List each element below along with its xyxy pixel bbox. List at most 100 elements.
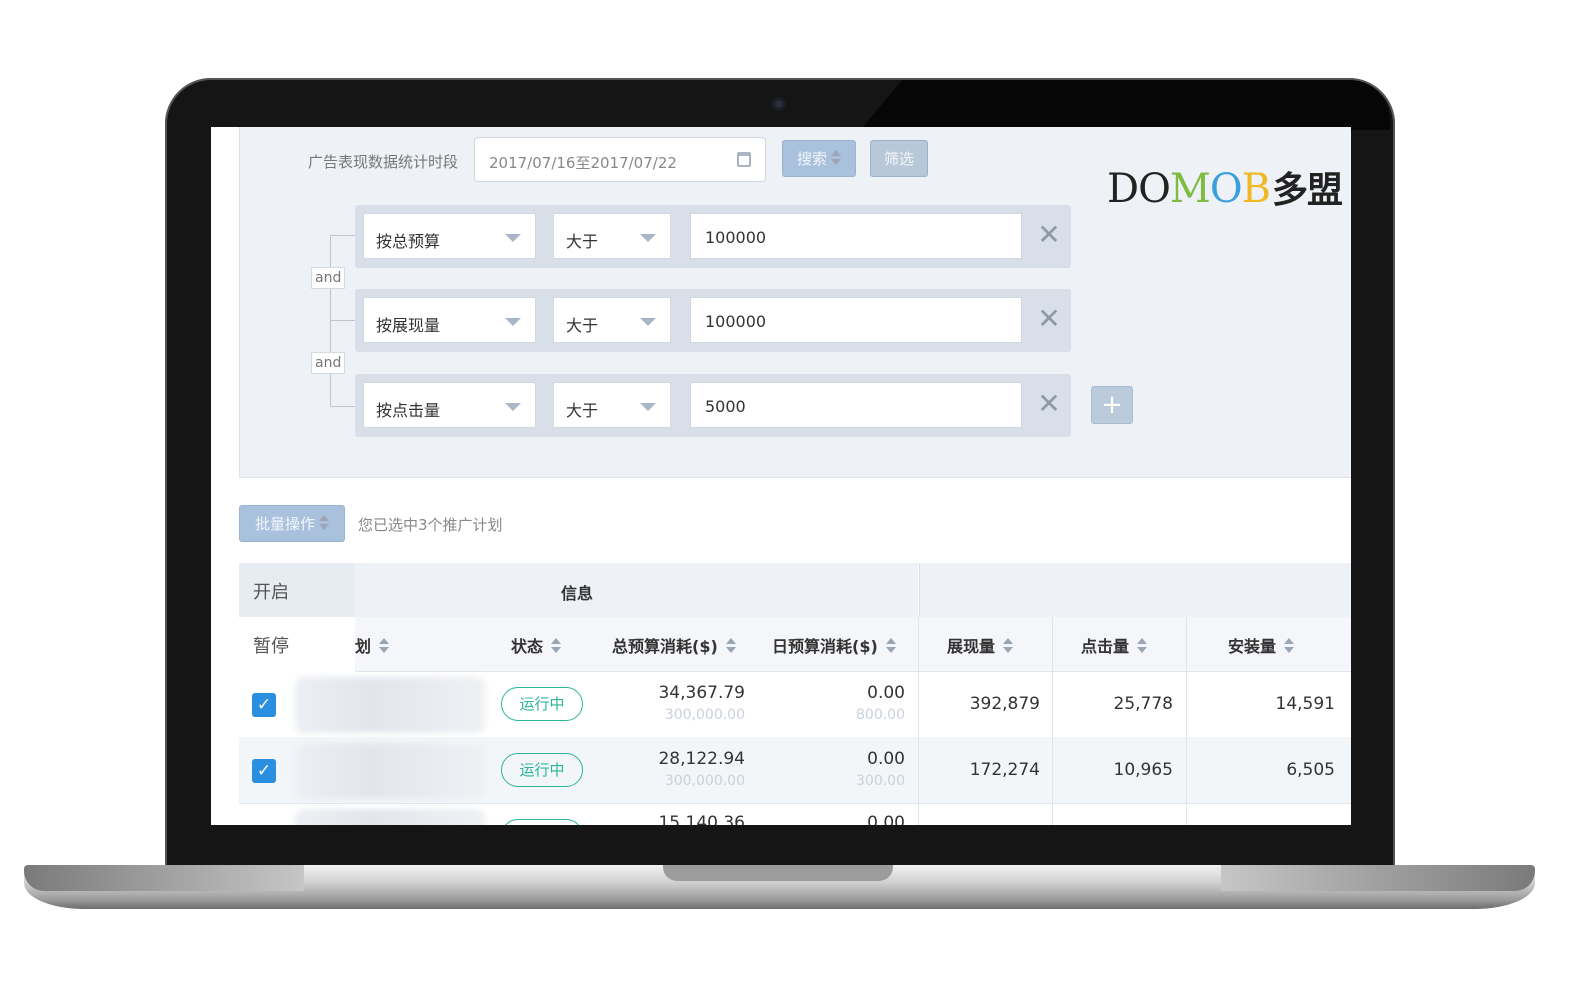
sort-icon — [831, 150, 841, 166]
add-rule-button[interactable]: + — [1091, 386, 1133, 424]
close-icon[interactable]: ✕ — [1035, 220, 1063, 250]
chevron-down-icon — [505, 403, 521, 411]
operator-select[interactable]: 大于 — [553, 297, 671, 343]
field-select-value: 按总预算 — [376, 232, 441, 251]
sort-icon — [1284, 638, 1295, 654]
lid-reflection — [860, 80, 1390, 130]
search-button-label: 搜索 — [796, 150, 827, 168]
operator-select-value: 大于 — [566, 401, 599, 420]
value-input-text: 5000 — [705, 397, 746, 416]
sort-icon — [725, 638, 736, 654]
column-header-status[interactable]: 状态 — [511, 633, 562, 657]
and-connector: and — [311, 267, 346, 289]
column-divider — [1052, 617, 1053, 825]
filter-button[interactable]: 筛选 — [870, 140, 928, 177]
filter-panel: 广告表现数据统计时段 2017/07/16至2017/07/22 搜索 筛选 a… — [239, 127, 1351, 478]
date-range-value: 2017/07/16至2017/07/22 — [489, 154, 677, 172]
sort-icon — [379, 638, 390, 654]
date-range-input[interactable]: 2017/07/16至2017/07/22 — [474, 137, 766, 182]
laptop-notch — [663, 865, 893, 881]
value-input[interactable]: 100000 — [690, 213, 1022, 259]
total-budget-value: 34,367.79 — [658, 683, 745, 703]
daily-budget-limit: 800.00 — [856, 707, 905, 723]
sort-icon — [319, 515, 329, 531]
condition-tree-line — [330, 235, 357, 407]
field-select[interactable]: 按总预算 — [363, 213, 536, 259]
column-header-impressions[interactable]: 展现量 — [947, 633, 1014, 657]
operator-select-value: 大于 — [566, 232, 599, 251]
table-row: ✓ 运行中 28,122.94 300,000.00 0.00 300.00 1… — [239, 737, 1351, 804]
chevron-down-icon — [640, 318, 656, 326]
impressions-value: 392,879 — [969, 694, 1040, 714]
field-select[interactable]: 按点击量 — [363, 382, 536, 428]
daily-budget-limit: 300.00 — [856, 773, 905, 789]
column-header-row: 划 状态 总预算消耗($) 日预算消耗($) 展现量 点击量 安装量 — [355, 617, 1351, 672]
date-range-label: 广告表现数据统计时段 — [308, 153, 459, 171]
column-header-installs[interactable]: 安装量 — [1228, 633, 1295, 657]
table-row: ✓ 15,140.36 0.00 — [239, 803, 1351, 825]
camera-icon — [772, 97, 786, 111]
daily-budget-value: 0.00 — [867, 749, 905, 769]
condition-tree-branch — [330, 320, 356, 321]
laptop-base-right — [1221, 865, 1535, 891]
laptop-base-left — [24, 865, 304, 891]
value-input[interactable]: 5000 — [690, 382, 1022, 428]
value-input-text: 100000 — [705, 312, 767, 331]
menu-item-open-label: 开启 — [253, 582, 289, 603]
menu-item-open[interactable]: 开启 — [239, 563, 355, 618]
filter-rule: 按点击量 大于 5000 ✕ — [355, 374, 1071, 437]
total-budget-limit: 300,000.00 — [664, 707, 745, 723]
daily-budget-value: 0.00 — [867, 813, 905, 825]
sort-icon — [1137, 638, 1148, 654]
domob-logo: DOMOB多盟 — [1107, 166, 1343, 212]
chevron-down-icon — [505, 318, 521, 326]
column-header-daily-budget[interactable]: 日预算消耗($) — [772, 633, 896, 657]
column-header-plan[interactable]: 划 — [355, 633, 390, 657]
search-button[interactable]: 搜索 — [782, 140, 856, 177]
operator-select-value: 大于 — [566, 316, 599, 335]
batch-operation-button[interactable]: 批量操作 — [239, 505, 345, 542]
menu-item-pause[interactable]: 暂停 — [239, 617, 355, 671]
value-input-text: 100000 — [705, 228, 767, 247]
status-badge: 运行中 — [501, 753, 583, 787]
column-divider — [1186, 617, 1187, 825]
field-select-value: 按展现量 — [376, 316, 441, 335]
status-badge — [501, 819, 583, 825]
close-icon[interactable]: ✕ — [1035, 389, 1063, 419]
operator-select[interactable]: 大于 — [553, 213, 671, 259]
row-checkbox[interactable]: ✓ — [252, 759, 276, 783]
campaign-table: 信息 划 状态 总预算消耗($) 日预算消耗($) 展现量 点击量 安装量 ✓ … — [239, 563, 1351, 825]
group-header-info-label: 信息 — [561, 584, 594, 603]
chevron-down-icon — [640, 403, 656, 411]
plan-name-redacted — [295, 809, 485, 825]
column-header-clicks[interactable]: 点击量 — [1081, 633, 1148, 657]
sort-icon — [551, 638, 562, 654]
row-checkbox[interactable]: ✓ — [252, 693, 276, 717]
impressions-value: 172,274 — [969, 760, 1040, 780]
and-connector: and — [311, 352, 346, 374]
selection-note: 您已选中3个推广计划 — [358, 516, 503, 534]
plan-name-redacted — [295, 677, 485, 733]
operator-select[interactable]: 大于 — [553, 382, 671, 428]
installs-value: 6,505 — [1286, 760, 1335, 780]
field-select-value: 按点击量 — [376, 401, 441, 420]
total-budget-value: 15,140.36 — [658, 813, 745, 825]
menu-item-pause-label: 暂停 — [253, 636, 289, 657]
table-row: ✓ 运行中 34,367.79 300,000.00 0.00 800.00 3… — [239, 671, 1351, 738]
sort-icon — [885, 638, 896, 654]
value-input[interactable]: 100000 — [690, 297, 1022, 343]
clicks-value: 25,778 — [1113, 694, 1173, 714]
status-badge: 运行中 — [501, 687, 583, 721]
calendar-icon[interactable] — [737, 152, 751, 167]
batch-operation-label: 批量操作 — [254, 515, 315, 533]
field-select[interactable]: 按展现量 — [363, 297, 536, 343]
group-header-info: 信息 — [355, 563, 918, 618]
total-budget-value: 28,122.94 — [658, 749, 745, 769]
sort-icon — [1003, 638, 1014, 654]
column-header-total-budget[interactable]: 总预算消耗($) — [612, 633, 736, 657]
plan-name-redacted — [295, 743, 485, 799]
chevron-down-icon — [505, 234, 521, 242]
daily-budget-value: 0.00 — [867, 683, 905, 703]
close-icon[interactable]: ✕ — [1035, 304, 1063, 334]
filter-rule: 按总预算 大于 100000 ✕ — [355, 205, 1071, 268]
